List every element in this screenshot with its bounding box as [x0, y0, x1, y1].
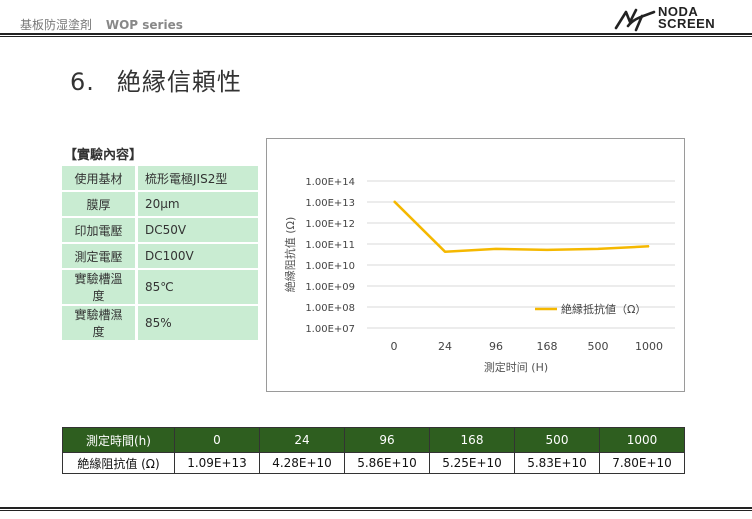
spec-key: 使用基材	[62, 166, 138, 190]
logo-mark-icon	[614, 8, 656, 32]
y-tick-label: 1.00E+13	[305, 198, 355, 209]
data-point	[393, 200, 395, 202]
brand-logo: NODA SCREEN	[614, 5, 740, 34]
bottom-rule-thin	[0, 510, 752, 511]
data-point	[648, 245, 650, 247]
data-point	[444, 251, 446, 253]
table-header-time: 500	[514, 427, 600, 453]
y-tick-label: 1.00E+08	[305, 303, 355, 314]
y-tick-label: 1.00E+12	[305, 219, 355, 230]
y-tick-label: 1.00E+10	[305, 261, 355, 272]
table-row-label: 絶緣阻抗值 (Ω)	[62, 452, 175, 474]
table-value-cell: 5.83E+10	[514, 452, 600, 474]
y-tick-label: 1.00E+07	[305, 324, 355, 335]
spec-row: 使用基材 梳形電極JIS2型	[62, 166, 258, 190]
table-value-cell: 5.86E+10	[344, 452, 430, 474]
spec-key: 測定電壓	[62, 244, 138, 268]
spec-row: 實驗槽溫度 85℃	[62, 270, 258, 304]
data-point	[495, 248, 497, 250]
spec-value: 20µm	[138, 192, 258, 216]
title-number: 6.	[70, 68, 95, 96]
line-chart: 1.00E+07 1.00E+08 1.00E+09 1.00E+10 1.00E+11…	[283, 177, 675, 374]
legend-label: 絶縁抵抗値（Ω）	[561, 302, 646, 316]
data-point	[597, 248, 599, 250]
x-tick-label: 24	[438, 340, 452, 353]
x-axis-title: 測定时间 (H)	[484, 360, 548, 374]
table-value-cell: 4.28E+10	[259, 452, 345, 474]
spec-key: 實驗槽溫度	[62, 270, 138, 304]
table-header-time: 0	[174, 427, 260, 453]
x-tick-label: 168	[537, 340, 558, 353]
table-value-cell: 5.25E+10	[429, 452, 515, 474]
y-tick-label: 1.00E+09	[305, 282, 355, 293]
experiment-table: 使用基材 梳形電極JIS2型 膜厚 20µm 印加電壓 DC50V 測定電壓 DC100V 實驗…	[62, 164, 258, 342]
spec-row: 印加電壓 DC50V	[62, 218, 258, 242]
page-title: 6. 絶縁信頼性	[70, 62, 242, 97]
spec-value: 85%	[138, 306, 258, 340]
table-header-time: 96	[344, 427, 430, 453]
resistance-data-table: 測定時間(h) 0 24 96 168 500 1000 絶緣阻抗值 (Ω) 1.09E+13…	[62, 427, 685, 474]
table-value-cell: 1.09E+13	[174, 452, 260, 474]
table-header-time: 24	[259, 427, 345, 453]
table-header-time: 1000	[599, 427, 685, 453]
spec-value: 85℃	[138, 270, 258, 304]
chart-panel: 1.00E+07 1.00E+08 1.00E+09 1.00E+10 1.00E+11…	[266, 138, 685, 392]
spec-row: 測定電壓 DC100V	[62, 244, 258, 268]
x-tick-label: 96	[489, 340, 503, 353]
header-text: 基板防湿塗剤 WOP series	[20, 16, 183, 33]
experiment-label: 【實驗內容】	[64, 148, 143, 163]
spec-value: 梳形電極JIS2型	[138, 166, 258, 190]
product-name: 基板防湿塗剤	[20, 18, 93, 32]
spec-key: 印加電壓	[62, 218, 138, 242]
y-tick-label: 1.00E+11	[305, 240, 355, 251]
spec-row: 膜厚 20µm	[62, 192, 258, 216]
bottom-rule	[0, 507, 752, 509]
top-rule-thin	[0, 36, 752, 37]
spec-value: DC50V	[138, 218, 258, 242]
x-tick-label: 500	[588, 340, 609, 353]
top-rule	[0, 33, 752, 35]
table-value-cell: 7.80E+10	[599, 452, 685, 474]
title-text: 絶縁信頼性	[116, 68, 242, 96]
x-tick-label: 0	[391, 340, 398, 353]
data-point	[546, 249, 548, 251]
y-axis-title: 絶縁阻抗值 (Ω)	[283, 217, 297, 293]
spec-key: 實驗槽濕度	[62, 306, 138, 340]
logo-line2: SCREEN	[658, 16, 716, 31]
x-tick-label: 1000	[635, 340, 663, 353]
y-tick-label: 1.00E+14	[305, 177, 355, 188]
table-header-time: 168	[429, 427, 515, 453]
table-header-label: 測定時間(h)	[62, 427, 175, 453]
series-name: WOP series	[105, 18, 183, 32]
spec-row: 實驗槽濕度 85%	[62, 306, 258, 340]
spec-key: 膜厚	[62, 192, 138, 216]
spec-value: DC100V	[138, 244, 258, 268]
